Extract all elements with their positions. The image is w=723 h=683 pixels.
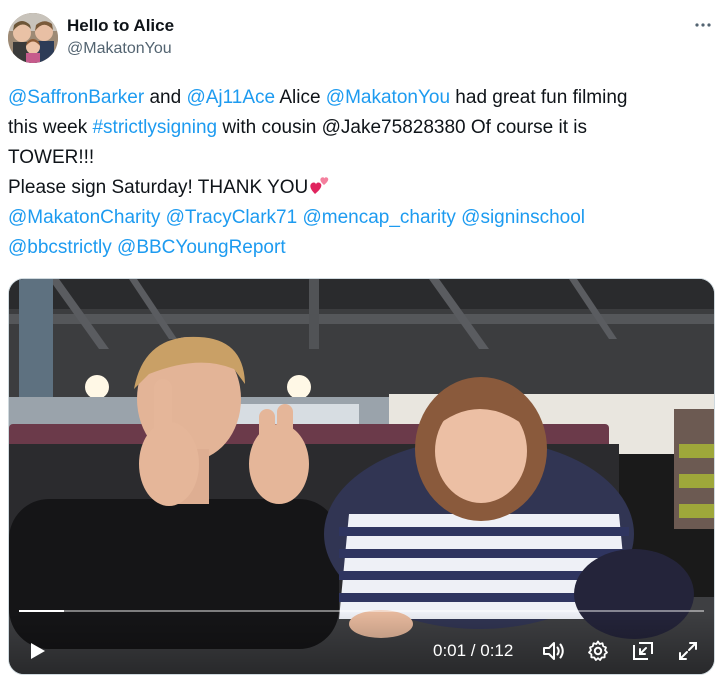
- video-time-display: 0:01 / 0:12: [433, 641, 514, 660]
- settings-button[interactable]: [584, 637, 612, 665]
- play-icon: [31, 643, 45, 659]
- tweet-text-segment: Please sign Saturday! THANK YOU: [8, 177, 309, 198]
- video-progress-bar[interactable]: [19, 610, 704, 612]
- hashtag-strictlysigning[interactable]: #strictlysigning: [92, 117, 217, 138]
- more-dots-icon: [695, 23, 711, 27]
- volume-button[interactable]: [539, 637, 567, 665]
- tweet-text: @SaffronBarker and @Aj11Ace Alice @Makat…: [8, 83, 713, 263]
- video-progress-fill: [19, 610, 64, 612]
- tweet-line-6: @bbcstrictly @BBCYoungReport: [8, 233, 713, 263]
- mention-bbcstrictly[interactable]: @bbcstrictly: [8, 237, 112, 258]
- author-handle[interactable]: @MakatonYou: [67, 37, 174, 61]
- mention-makatonyou[interactable]: @MakatonYou: [326, 87, 450, 108]
- tweet-header: Hello to Alice @MakatonYou: [8, 13, 715, 65]
- tweet-line-2: this week #strictlysigning with cousin @…: [8, 113, 713, 143]
- display-name[interactable]: Hello to Alice: [67, 16, 174, 36]
- tweet-line-5: @MakatonCharity @TracyClark71 @mencap_ch…: [8, 203, 713, 233]
- avatar[interactable]: [8, 13, 58, 63]
- fullscreen-button[interactable]: [674, 637, 702, 665]
- mention-bbcyoungreport[interactable]: @BBCYoungReport: [117, 237, 286, 258]
- mention-aj11ace[interactable]: @Aj11Ace: [186, 87, 275, 108]
- mention-makatoncharity[interactable]: @MakatonCharity: [8, 207, 160, 228]
- tweet-card: Hello to Alice @MakatonYou @SaffronBarke…: [0, 0, 723, 683]
- tweet-text-segment: had great fun filming: [450, 87, 628, 108]
- more-options-button[interactable]: [691, 13, 715, 37]
- tweet-line-4: Please sign Saturday! THANK YOU: [8, 173, 713, 203]
- mention-mencap-charity[interactable]: @mencap_charity: [302, 207, 455, 228]
- two-hearts-emoji: [310, 177, 329, 194]
- tweet-text-segment: Alice: [275, 87, 326, 108]
- tweet-line-1: @SaffronBarker and @Aj11Ace Alice @Makat…: [8, 83, 713, 113]
- settings-gear-icon: [588, 640, 608, 661]
- author-names: Hello to Alice @MakatonYou: [67, 16, 174, 61]
- tweet-text-segment: with cousin @Jake75828380 Of course it i…: [217, 117, 588, 138]
- mention-tracyclark71[interactable]: @TracyClark71: [166, 207, 298, 228]
- play-button[interactable]: [23, 637, 51, 665]
- avatar-photo: [8, 13, 58, 63]
- tweet-line-3: TOWER!!!: [8, 147, 95, 168]
- tweet-text-segment: and: [144, 87, 187, 108]
- mention-saffronbarker[interactable]: @SaffronBarker: [8, 87, 144, 108]
- tweet-text-segment: this week: [8, 117, 93, 138]
- video-player[interactable]: 0:01 / 0:12: [8, 278, 715, 675]
- pip-icon: [633, 642, 653, 660]
- mention-signinschool[interactable]: @signinschool: [461, 207, 585, 228]
- volume-icon: [543, 642, 564, 660]
- fullscreen-icon: [679, 642, 697, 660]
- picture-in-picture-button[interactable]: [629, 637, 657, 665]
